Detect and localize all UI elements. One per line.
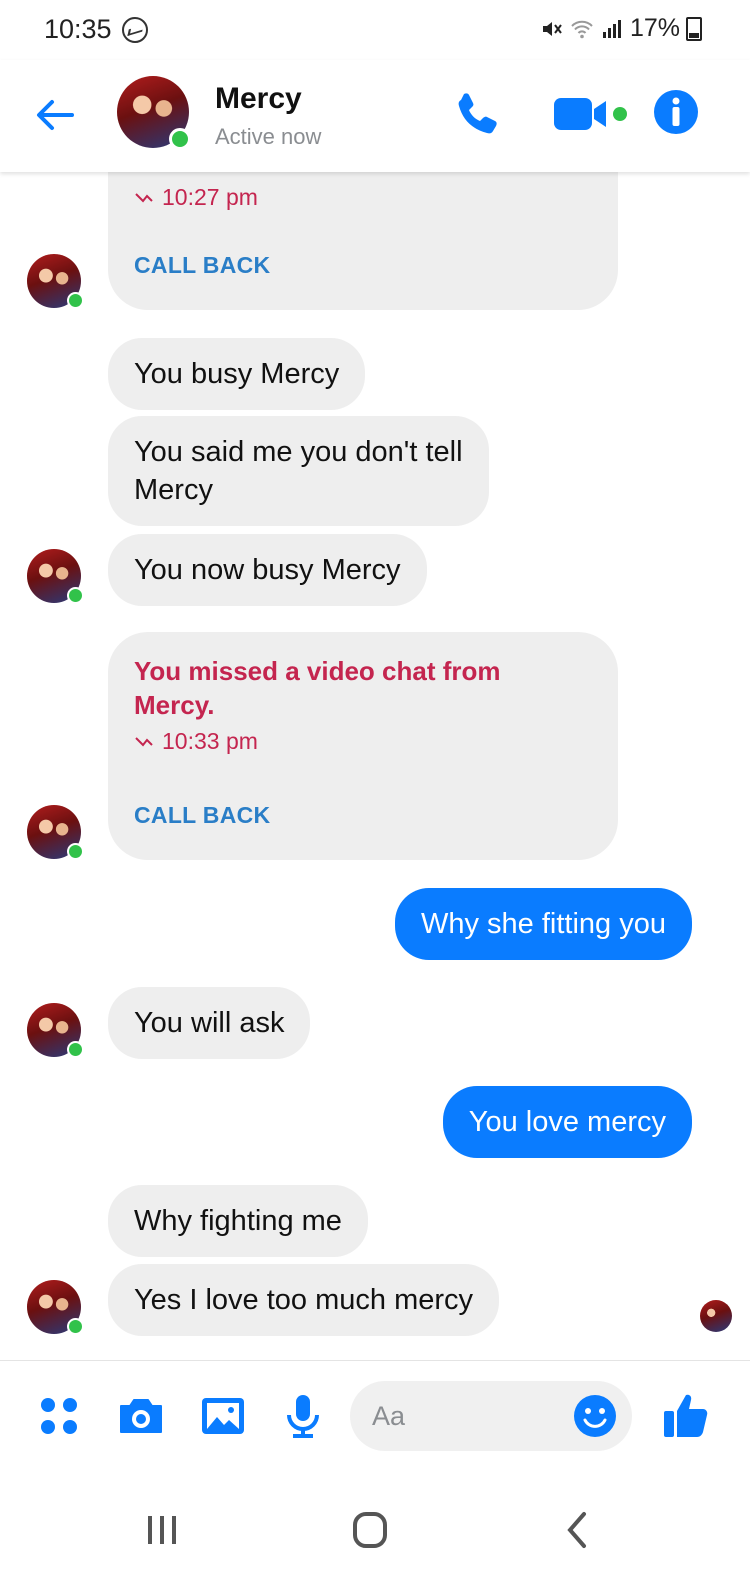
status-indicators: 17% [540, 14, 702, 43]
thumbs-up-icon[interactable] [660, 1389, 714, 1443]
video-call-icon[interactable] [550, 90, 630, 138]
outgoing-message[interactable]: Why she fitting you [395, 888, 692, 960]
message-composer [0, 1360, 750, 1472]
incoming-message[interactable]: You now busy Mercy [108, 534, 427, 606]
contact-avatar-small[interactable] [27, 254, 84, 309]
missed-call-time: 10:27 pm [134, 184, 258, 211]
status-time: 10:35 [44, 14, 112, 44]
gallery-image-icon[interactable] [198, 1391, 248, 1441]
incoming-message[interactable]: You busy Mercy [108, 338, 366, 410]
incoming-message[interactable]: Yes I love too much mercy [108, 1264, 500, 1336]
contact-active-status: Active now [215, 124, 322, 149]
missed-video-chat-text: You missed a video chat from Mercy. [134, 656, 501, 720]
signal-icon [602, 19, 621, 38]
recent-apps-icon[interactable] [132, 1500, 192, 1560]
back-arrow-icon[interactable] [30, 90, 80, 140]
emoji-icon[interactable] [572, 1393, 618, 1439]
active-status-dot [169, 128, 191, 150]
camera-icon[interactable] [116, 1391, 166, 1441]
messenger-notification-icon [122, 17, 148, 43]
microphone-icon[interactable] [278, 1391, 328, 1441]
missed-video-chat-card: You missed a video chat from Mercy. 10:3… [108, 632, 618, 860]
incoming-message[interactable]: Why fighting me [108, 1185, 368, 1257]
mute-icon [542, 21, 562, 36]
wifi-icon [571, 20, 593, 38]
status-bar: 10:35 17% [0, 0, 750, 60]
active-status-dot [67, 587, 84, 604]
message-thread[interactable]: 10:27 pm CALL BACK You busy Mercy You sa… [0, 172, 750, 1360]
contact-avatar-small[interactable] [27, 805, 84, 860]
active-status-dot [67, 1041, 84, 1058]
contact-name[interactable]: Mercy [215, 82, 302, 116]
info-icon[interactable] [652, 88, 700, 136]
active-status-dot [67, 1318, 84, 1335]
android-navigation-bar [0, 1472, 750, 1583]
phone-call-icon[interactable] [452, 88, 504, 140]
seen-avatar-receipt [700, 1300, 732, 1332]
contact-avatar-small[interactable] [27, 1003, 84, 1058]
contact-avatar[interactable] [117, 76, 191, 150]
battery-percent: 17% [629, 14, 680, 42]
apps-menu-icon[interactable] [34, 1391, 84, 1441]
conversation-header: Mercy Active now [0, 60, 750, 172]
outgoing-message[interactable]: You love mercy [442, 1086, 692, 1158]
missed-call-arrow-icon [135, 192, 153, 202]
call-back-button[interactable]: CALL BACK [134, 802, 270, 829]
active-status-dot [67, 843, 84, 860]
contact-avatar-small[interactable] [27, 549, 84, 604]
home-icon[interactable] [340, 1500, 400, 1560]
battery-icon [686, 16, 702, 41]
call-back-button[interactable]: CALL BACK [134, 252, 270, 279]
missed-call-arrow-icon [135, 736, 153, 746]
missed-call-time: 10:33 pm [134, 728, 592, 755]
missed-call-card: 10:27 pm CALL BACK [108, 172, 618, 310]
incoming-message[interactable]: You will ask [108, 987, 311, 1059]
contact-avatar-small[interactable] [27, 1280, 84, 1335]
nav-back-icon[interactable] [548, 1500, 608, 1560]
active-status-dot [67, 292, 84, 309]
incoming-message[interactable]: You said me you don't tell Mercy [108, 416, 489, 526]
